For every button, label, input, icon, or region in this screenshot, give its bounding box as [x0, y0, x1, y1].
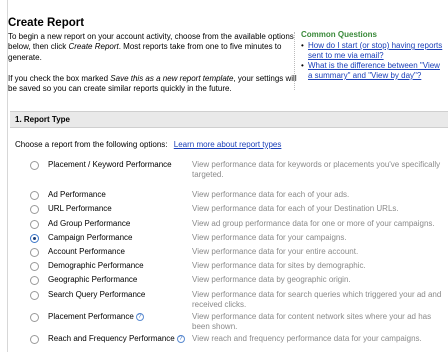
report-option-label: Geographic Performance	[48, 275, 138, 284]
report-option-radio[interactable]	[30, 276, 39, 285]
report-option-name[interactable]: Ad Performance	[48, 190, 106, 199]
report-option-radio[interactable]	[30, 191, 39, 200]
intro-p2-text: If you check the box marked	[8, 73, 111, 83]
report-option-name[interactable]: Placement Performance?	[48, 312, 144, 321]
report-option-radio[interactable]	[30, 161, 39, 170]
report-option-description: View performance data for content networ…	[192, 312, 432, 331]
report-option-description: View performance data for your entire ac…	[192, 247, 359, 256]
page-title: Create Report	[8, 17, 85, 29]
common-questions-panel: Common Questions How do I start (or stop…	[301, 30, 446, 81]
report-option-description: View performance data for your campaigns…	[192, 233, 347, 242]
report-option-name[interactable]: URL Performance	[48, 204, 112, 213]
choose-report-label: Choose a report from the following optio…	[15, 140, 168, 149]
question-item: How do I start (or stop) having reports …	[301, 41, 446, 60]
report-option-description: View performance data for sites by demog…	[192, 261, 366, 270]
report-option-description: View reach and frequency performance dat…	[192, 334, 422, 343]
report-option-label: Ad Performance	[48, 190, 106, 199]
report-option-radio[interactable]	[30, 335, 39, 344]
help-icon[interactable]: ?	[135, 312, 144, 321]
intro-text: To begin a new report on your account ac…	[8, 32, 298, 104]
report-option-description: View performance data for keywords or pl…	[192, 160, 441, 179]
report-option-name[interactable]: Account Performance	[48, 247, 125, 256]
section-header-report-type: 1. Report Type	[10, 111, 448, 128]
intro-p1-emphasis: Create Report	[68, 42, 119, 52]
intro-paragraph-1: To begin a new report on your account ac…	[8, 32, 298, 63]
report-option-label: Account Performance	[48, 247, 125, 256]
report-option-radio[interactable]	[30, 313, 39, 322]
learn-more-link[interactable]: Learn more about report types	[174, 140, 282, 149]
report-option-radio[interactable]	[30, 234, 39, 243]
report-option-description: View performance data for each of your a…	[192, 190, 350, 199]
report-option-radio[interactable]	[30, 262, 39, 271]
report-option-name[interactable]: Geographic Performance	[48, 275, 137, 284]
report-option-description: View ad group performance data for one o…	[192, 219, 435, 228]
question-item: What is the difference between "View a s…	[301, 61, 446, 80]
intro-p2-emphasis: Save this as a new report template	[110, 73, 234, 83]
report-option-label: Campaign Performance	[48, 233, 133, 242]
help-icon[interactable]: ?	[176, 334, 185, 343]
report-option-radio[interactable]	[30, 220, 39, 229]
report-option-label: Placement Performance	[48, 312, 134, 321]
report-option-name[interactable]: Reach and Frequency Performance?	[48, 334, 185, 343]
report-option-description: View performance data by geographic orig…	[192, 275, 351, 284]
report-option-label: Placement / Keyword Performance	[48, 160, 172, 169]
report-option-label: Ad Group Performance	[48, 219, 131, 228]
report-option-radio[interactable]	[30, 248, 39, 257]
report-option-label: Search Query Performance	[48, 290, 146, 299]
report-option-label: URL Performance	[48, 204, 112, 213]
report-option-radio[interactable]	[30, 291, 39, 300]
choose-report-line: Choose a report from the following optio…	[15, 140, 281, 149]
report-option-name[interactable]: Ad Group Performance	[48, 219, 130, 228]
report-option-name[interactable]: Campaign Performance	[48, 233, 132, 242]
question-link-email-reports[interactable]: How do I start (or stop) having reports …	[308, 41, 442, 60]
common-questions-title: Common Questions	[301, 30, 378, 39]
common-questions-list: How do I start (or stop) having reports …	[301, 41, 446, 80]
question-link-summary-vs-day[interactable]: What is the difference between "View a s…	[308, 61, 440, 80]
report-option-description: View performance data for each of your D…	[192, 204, 399, 213]
report-option-label: Reach and Frequency Performance	[48, 334, 175, 343]
report-option-name[interactable]: Search Query Performance	[48, 290, 145, 299]
report-option-description: View performance data for search queries…	[192, 290, 442, 309]
report-option-name[interactable]: Demographic Performance	[48, 261, 144, 270]
intro-paragraph-2: If you check the box marked Save this as…	[8, 74, 298, 95]
report-option-name[interactable]: Placement / Keyword Performance	[48, 160, 172, 169]
report-option-label: Demographic Performance	[48, 261, 144, 270]
dotted-divider	[294, 32, 295, 90]
report-option-radio[interactable]	[30, 205, 39, 214]
